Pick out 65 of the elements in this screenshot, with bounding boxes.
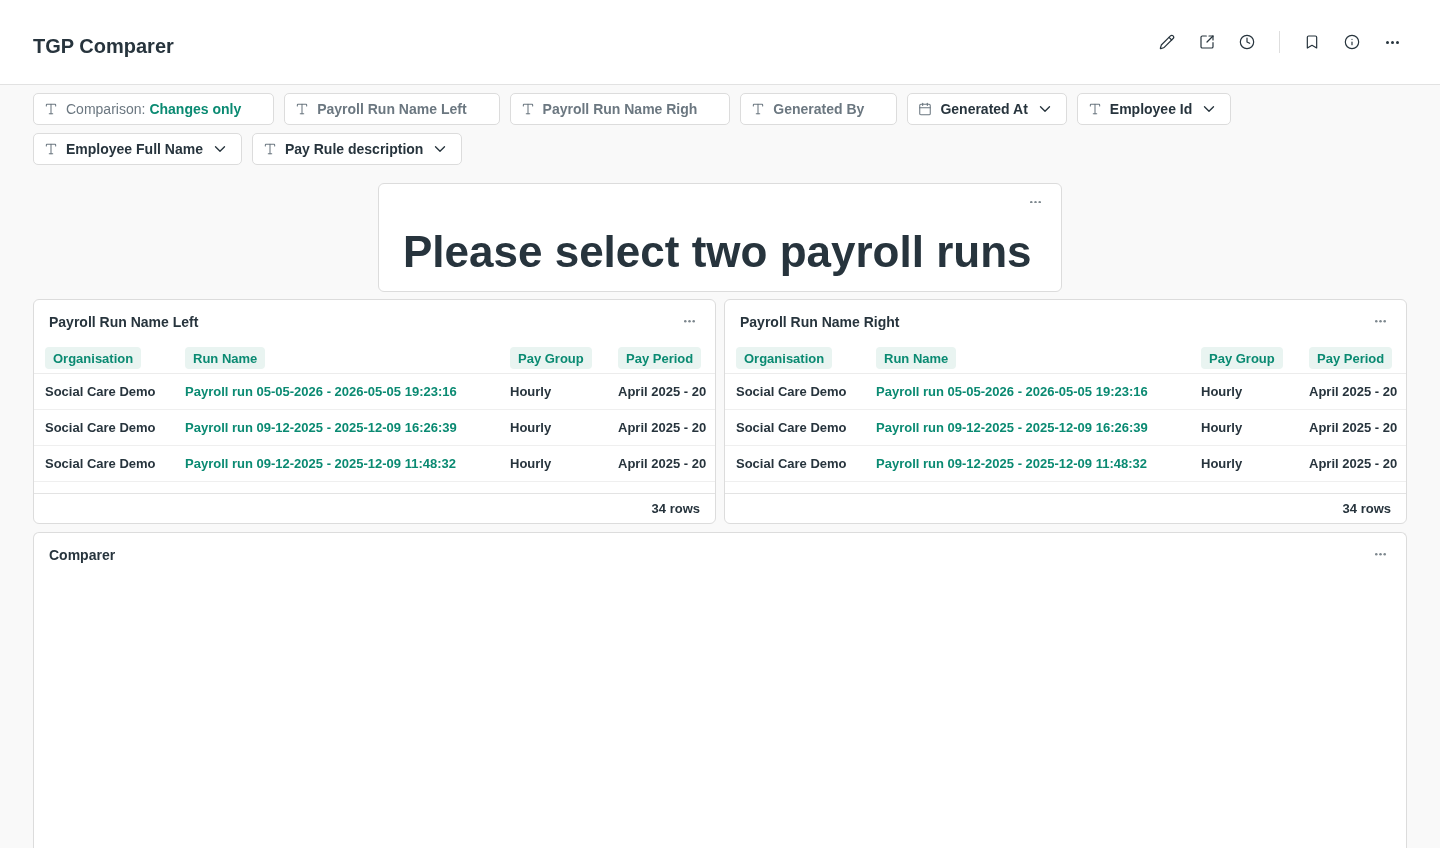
run-name-link[interactable]: Payroll run 09-12-2025 - 2025-12-09 11:48:32 — [185, 456, 456, 471]
filter-button[interactable]: Pay Rule description — [251, 133, 463, 165]
text-type-icon — [262, 142, 277, 156]
info-icon — [1344, 34, 1360, 50]
column-header[interactable]: Run Name — [185, 347, 266, 369]
text-type-icon — [1087, 102, 1102, 116]
more-icon — [1374, 553, 1386, 556]
table-cell: Social Care Demo — [45, 420, 156, 435]
text-type-icon — [751, 102, 766, 116]
run-name-link[interactable]: Payroll run 09-12-2025 - 2025-12-09 16:26:39 — [876, 420, 1148, 435]
text-type-icon — [295, 102, 310, 116]
column-header[interactable]: Pay Period — [618, 347, 702, 369]
table-cell: Hourly — [1201, 384, 1243, 399]
table-cell: Social Care Demo — [736, 384, 847, 399]
external-link-icon — [1199, 34, 1215, 50]
page-title: TGP Comparer — [33, 33, 174, 58]
filter-button[interactable]: Generated By — [740, 93, 898, 125]
table-cell: April 2025 - 20 — [618, 456, 707, 471]
table-cell: April 2025 - 20 — [1309, 420, 1398, 435]
column-header[interactable]: Pay Period — [1309, 347, 1393, 369]
pencil-icon — [1159, 34, 1175, 50]
table-cell: Social Care Demo — [736, 420, 847, 435]
table-cell: Social Care Demo — [736, 456, 847, 471]
filter-button[interactable]: Employee Id — [1076, 93, 1232, 125]
table-cell: Social Care Demo — [45, 384, 156, 399]
text-type-icon — [44, 102, 58, 116]
filter-button[interactable]: Comparison: Changes only — [33, 93, 275, 125]
table-cell: April 2025 - 20 — [618, 384, 707, 399]
clock-icon — [1239, 34, 1255, 50]
column-header[interactable]: Run Name — [876, 347, 957, 369]
run-name-link[interactable]: Payroll run 09-12-2025 - 2025-12-09 11:48:32 — [876, 456, 1147, 471]
more-icon — [1029, 200, 1041, 204]
text-type-icon — [44, 142, 58, 156]
filter-button[interactable]: Payroll Run Name Left — [284, 93, 500, 125]
table-cell: Hourly — [1201, 456, 1243, 471]
more-icon — [1385, 40, 1399, 44]
filter-button[interactable]: Payroll Run Name Righ — [509, 93, 731, 125]
row-count: 34 rows — [1342, 501, 1391, 516]
table-cell: April 2025 - 20 — [1309, 384, 1398, 399]
card-title: Payroll Run Name Right — [740, 313, 900, 330]
column-header[interactable]: Pay Group — [510, 347, 592, 369]
filter-button[interactable]: Employee Full Name — [33, 133, 242, 165]
calendar-icon — [918, 102, 933, 116]
text-type-icon — [520, 102, 535, 116]
more-icon — [683, 320, 695, 323]
column-header[interactable]: Organisation — [45, 347, 142, 369]
notice-heading: Please select two payroll runs — [403, 226, 1033, 278]
table-cell: April 2025 - 20 — [1309, 456, 1398, 471]
table-cell: Social Care Demo — [45, 456, 156, 471]
table-cell: Hourly — [510, 384, 552, 399]
table-cell: April 2025 - 20 — [618, 420, 707, 435]
run-name-link[interactable]: Payroll run 09-12-2025 - 2025-12-09 16:26:39 — [185, 420, 457, 435]
row-count: 34 rows — [651, 501, 700, 516]
column-header[interactable]: Organisation — [736, 347, 833, 369]
filter-button[interactable]: Generated At — [907, 93, 1067, 125]
run-name-link[interactable]: Payroll run 05-05-2026 - 2026-05-05 19:23:16 — [185, 384, 457, 399]
bookmark-icon — [1304, 34, 1320, 50]
card-title: Comparer — [49, 546, 116, 563]
column-header[interactable]: Pay Group — [1201, 347, 1283, 369]
table-cell: Hourly — [510, 420, 552, 435]
run-name-link[interactable]: Payroll run 05-05-2026 - 2026-05-05 19:23:16 — [876, 384, 1148, 399]
table-cell: Hourly — [1201, 420, 1243, 435]
table-cell: Hourly — [510, 456, 552, 471]
card-title: Payroll Run Name Left — [49, 313, 199, 330]
more-icon — [1374, 320, 1386, 323]
